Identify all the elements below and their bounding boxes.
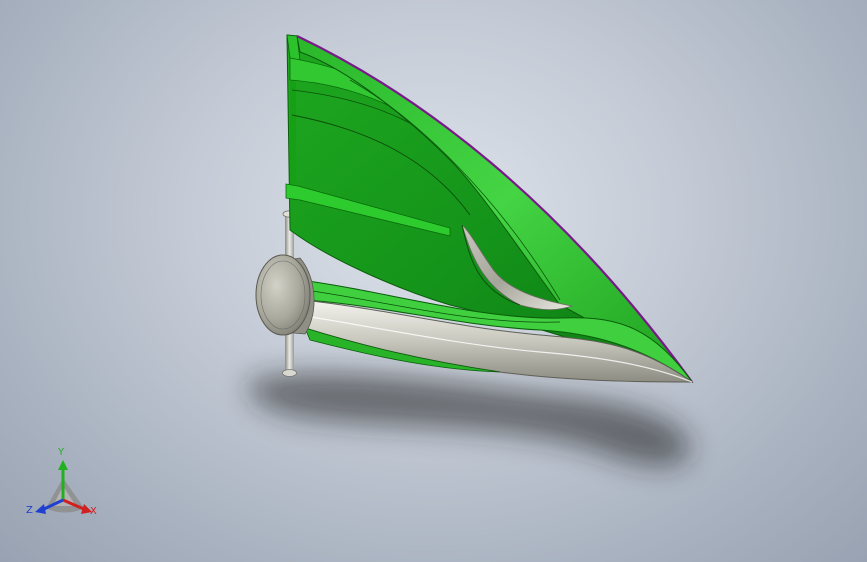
hub[interactable]: [255, 254, 315, 336]
model-shadow: [248, 372, 690, 467]
z-axis-label: Z: [26, 505, 33, 516]
y-axis-label: Y: [58, 447, 65, 458]
x-axis-label: X: [90, 506, 97, 517]
model-view[interactable]: [0, 0, 867, 562]
graphics-viewport[interactable]: Y Z X: [0, 0, 867, 562]
axis-triad: Y Z X: [26, 448, 106, 524]
